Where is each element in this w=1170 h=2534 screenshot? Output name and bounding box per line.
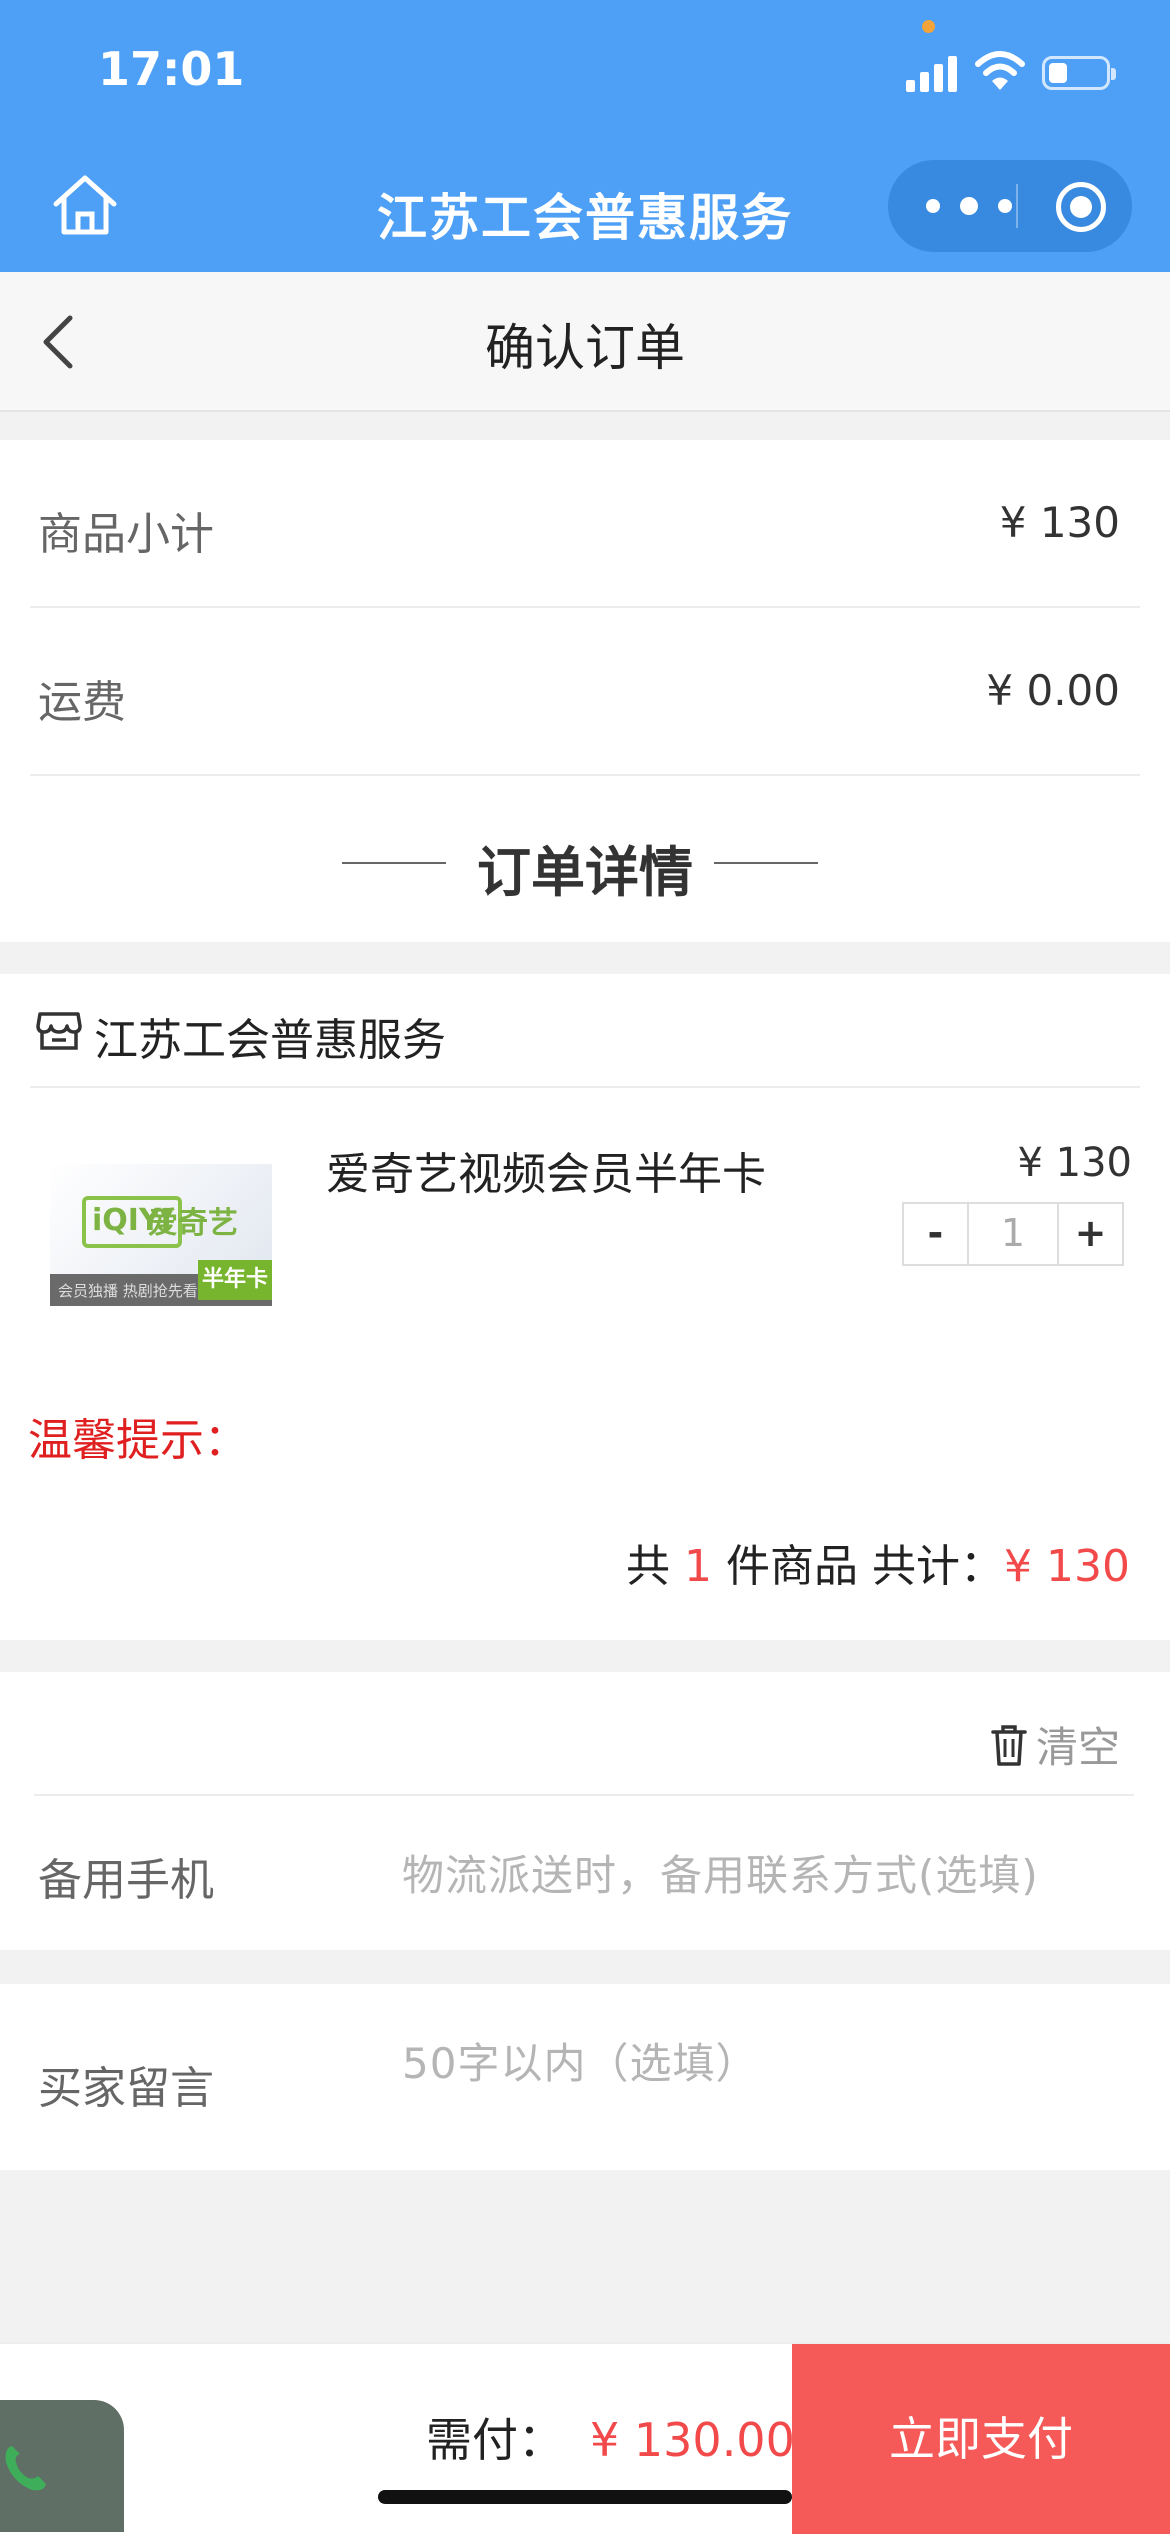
heading-line-right bbox=[714, 862, 818, 864]
page-title: 确认订单 bbox=[485, 319, 685, 377]
buyer-message-label: 买家留言 bbox=[38, 2063, 214, 2114]
total-middle: 件商品 共计： bbox=[726, 1541, 1005, 1592]
store-header[interactable]: 江苏工会普惠服务 bbox=[30, 974, 1140, 1088]
increase-button[interactable]: + bbox=[1059, 1204, 1122, 1264]
warm-tip-label: 温馨提示： bbox=[28, 1415, 248, 1466]
store-name: 江苏工会普惠服务 bbox=[94, 1015, 446, 1066]
price-summary-card: 商品小计 ¥ 130 运费 ¥ 0.00 订单详情 bbox=[0, 440, 1170, 942]
capsule-divider bbox=[1016, 184, 1018, 228]
backup-phone-input[interactable]: 物流派送时，备用联系方式(选填) bbox=[402, 1842, 1039, 1903]
page-navbar: 确认订单 bbox=[0, 272, 1170, 412]
store-icon bbox=[36, 1012, 82, 1050]
total-count: 1 bbox=[684, 1541, 713, 1592]
clear-button[interactable]: 清空 bbox=[990, 1714, 1120, 1775]
battery-icon bbox=[1042, 56, 1116, 90]
subtotal-value: ¥ 130 bbox=[999, 498, 1120, 547]
clear-label: 清空 bbox=[1035, 1723, 1120, 1772]
customer-service-button[interactable] bbox=[0, 2400, 124, 2532]
shipping-row: 运费 ¥ 0.00 bbox=[30, 608, 1140, 776]
product-thumbnail[interactable]: iQIYI 爱奇艺 会员独播 热剧抢先看 半年卡 bbox=[50, 1164, 272, 1306]
more-icon[interactable] bbox=[926, 186, 1012, 226]
amount-due-label: 需付： bbox=[426, 2413, 564, 2467]
pay-now-button[interactable]: 立即支付 bbox=[792, 2344, 1170, 2534]
order-detail-title: 订单详情 bbox=[477, 841, 693, 904]
order-card: 江苏工会普惠服务 iQIYI 爱奇艺 会员独播 热剧抢先看 半年卡 爱奇艺视频会… bbox=[0, 974, 1170, 1640]
shipping-value: ¥ 0.00 bbox=[986, 666, 1120, 715]
order-total: 共 1 件商品 共计：¥ 130 bbox=[626, 1530, 1130, 1594]
privacy-indicator-dot bbox=[922, 20, 935, 33]
decrease-button[interactable]: - bbox=[904, 1204, 967, 1264]
product-name: 爱奇艺视频会员半年卡 bbox=[326, 1149, 766, 1200]
backup-phone-label: 备用手机 bbox=[38, 1855, 214, 1906]
buyer-message-input[interactable]: 50字以内（选填） bbox=[402, 2030, 758, 2091]
subtotal-row: 商品小计 ¥ 130 bbox=[30, 440, 1140, 608]
amount-due: 需付： ¥ 130.00 bbox=[426, 2404, 795, 2470]
thumb-caption: 会员独播 热剧抢先看 bbox=[58, 1282, 198, 1300]
subtotal-label: 商品小计 bbox=[38, 509, 214, 560]
thumb-tag: 半年卡 bbox=[198, 1260, 272, 1300]
order-detail-heading: 订单详情 bbox=[0, 828, 1170, 907]
contact-card: 清空 备用手机 物流派送时，备用联系方式(选填) bbox=[0, 1672, 1170, 1950]
heading-line-left bbox=[342, 862, 446, 864]
total-amount: ¥ 130 bbox=[1004, 1541, 1130, 1592]
quantity-input[interactable]: 1 bbox=[966, 1204, 1060, 1264]
phone-icon bbox=[5, 2446, 47, 2491]
capsule-menu bbox=[888, 160, 1132, 252]
message-card: 买家留言 50字以内（选填） bbox=[0, 1984, 1170, 2170]
quantity-stepper: - 1 + bbox=[902, 1202, 1124, 1266]
signal-icon bbox=[906, 56, 960, 92]
thumb-brand: 爱奇艺 bbox=[148, 1206, 238, 1241]
product-price: ¥ 130 bbox=[1017, 1140, 1132, 1186]
contact-divider bbox=[34, 1794, 1134, 1796]
wifi-icon bbox=[975, 51, 1025, 90]
shipping-label: 运费 bbox=[38, 677, 126, 728]
mini-program-header: 17:01 江苏工会普惠服务 bbox=[0, 0, 1170, 272]
status-time: 17:01 bbox=[98, 42, 245, 96]
checkout-bar: 需付： ¥ 130.00 立即支付 bbox=[0, 2342, 1170, 2534]
trash-icon bbox=[991, 1724, 1027, 1766]
home-indicator bbox=[378, 2490, 792, 2504]
total-prefix: 共 bbox=[626, 1541, 671, 1592]
target-icon[interactable] bbox=[1056, 182, 1106, 232]
amount-due-value: ¥ 130.00 bbox=[590, 2413, 795, 2467]
